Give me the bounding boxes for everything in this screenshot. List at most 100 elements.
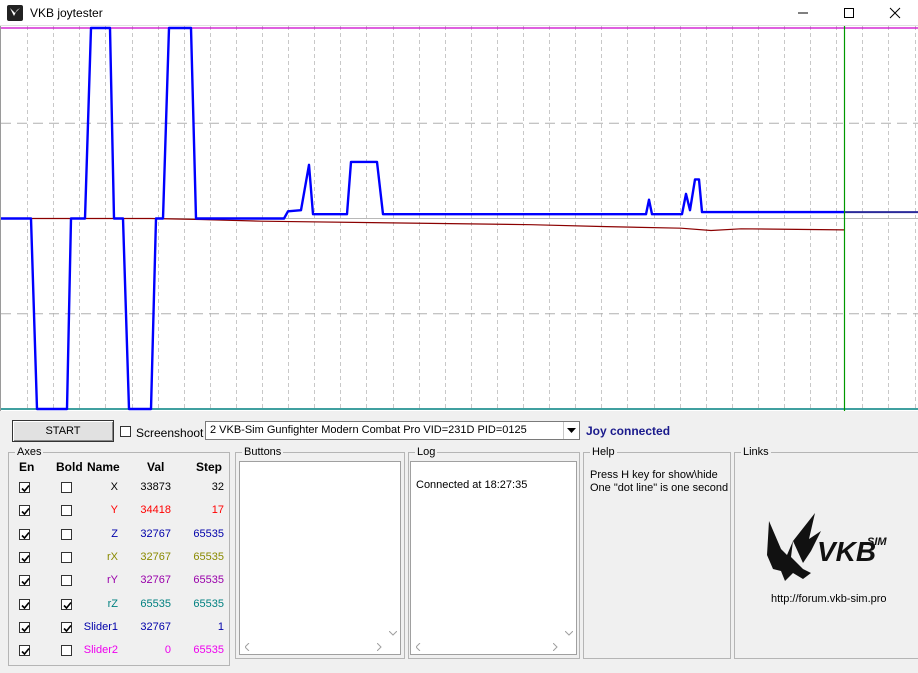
axis-value: 32767 [140, 528, 171, 540]
header-step: Step [196, 460, 223, 474]
axis-bold-checkbox[interactable] [61, 529, 72, 540]
header-en: En [19, 460, 35, 474]
links-group: Links VKB SIM http://forum.vkb-sim.pro [734, 446, 918, 659]
axis-step: 65535 [193, 551, 224, 563]
axis-bold-checkbox[interactable] [61, 599, 72, 610]
help-text: Press H key for show\hide One "dot line"… [590, 469, 728, 495]
maximize-button[interactable] [826, 0, 872, 26]
axis-row: Slider2 0 65535 [9, 641, 231, 661]
axis-step: 32 [211, 481, 224, 493]
axis-step: 17 [211, 504, 224, 516]
window-title: VKB joytester [30, 6, 103, 20]
device-select[interactable]: 2 VKB-Sim Gunfighter Modern Combat Pro V… [205, 421, 580, 440]
vkb-app-icon [7, 5, 23, 21]
axis-row: Y 34418 17 [9, 501, 231, 521]
log-entry: Connected at 18:27:35 [416, 479, 528, 491]
axis-enable-checkbox[interactable] [19, 529, 30, 540]
buttons-listbox[interactable] [239, 461, 401, 655]
axis-enable-checkbox[interactable] [19, 505, 30, 516]
screenshot-checkbox[interactable] [120, 426, 131, 437]
help-group: Help Press H key for show\hide One "dot … [583, 446, 731, 659]
axes-group-title: Axes [15, 446, 44, 458]
axis-row: Slider1 32767 1 [9, 618, 231, 638]
axis-step: 65535 [193, 528, 224, 540]
close-button[interactable] [872, 0, 918, 26]
axis-name: rZ [107, 598, 118, 610]
series-line-y [1, 217, 845, 232]
help-line: One "dot line" is one second [590, 482, 729, 494]
screenshot-label: Screenshoot [136, 426, 204, 440]
axis-step: 65535 [193, 574, 224, 586]
axis-name: X [110, 481, 118, 493]
vertical-scrollbar[interactable] [562, 462, 576, 640]
connection-status: Joy connected [586, 424, 671, 438]
start-button[interactable]: START [12, 420, 114, 442]
log-listbox[interactable]: Connected at 18:27:35 [410, 461, 577, 655]
header-val: Val [147, 460, 165, 474]
header-name: Name [87, 460, 120, 474]
axis-value: 34418 [140, 504, 171, 516]
axis-value: 65535 [140, 598, 171, 610]
axis-bold-checkbox[interactable] [61, 552, 72, 563]
dropdown-arrow[interactable] [563, 422, 579, 439]
axis-enable-checkbox[interactable] [19, 482, 30, 493]
axis-graph[interactable] [0, 26, 918, 411]
axis-enable-checkbox[interactable] [19, 575, 30, 586]
vkb-sim-logo: VKB SIM [767, 513, 887, 581]
scroll-down-icon[interactable] [386, 626, 400, 640]
axis-name: Y [110, 504, 118, 516]
close-icon [889, 7, 901, 19]
axis-row: Z 32767 65535 [9, 525, 231, 545]
minimize-button[interactable] [780, 0, 826, 26]
axis-enable-checkbox[interactable] [19, 599, 30, 610]
axis-value: 33873 [140, 481, 171, 493]
buttons-group-title: Buttons [242, 446, 284, 458]
scroll-left-icon[interactable] [240, 640, 254, 654]
axis-enable-checkbox[interactable] [19, 645, 30, 656]
minimize-icon [798, 12, 808, 14]
axis-name: rY [107, 574, 118, 586]
axis-enable-checkbox[interactable] [19, 552, 30, 563]
axis-row: rZ 65535 65535 [9, 595, 231, 615]
axis-bold-checkbox[interactable] [61, 482, 72, 493]
logo-subtext: SIM [867, 536, 887, 548]
device-select-value: 2 VKB-Sim Gunfighter Modern Combat Pro V… [210, 424, 527, 436]
help-line: Press H key for show\hide [590, 469, 718, 481]
axis-bold-checkbox[interactable] [61, 622, 72, 633]
header-bold: Bold [56, 460, 83, 474]
axis-name: Slider2 [83, 644, 118, 656]
axis-value: 32767 [140, 551, 171, 563]
horizontal-scrollbar[interactable] [240, 640, 386, 654]
buttons-group: Buttons [235, 446, 405, 659]
axis-enable-checkbox[interactable] [19, 622, 30, 633]
log-group-title: Log [415, 446, 438, 458]
axis-name: rX [107, 551, 118, 563]
axis-name: Z [111, 528, 118, 540]
axis-bold-checkbox[interactable] [61, 645, 72, 656]
help-group-title: Help [590, 446, 617, 458]
maximize-icon [844, 8, 854, 18]
axis-value: 32767 [140, 621, 171, 633]
graph-canvas [1, 26, 918, 411]
links-group-title: Links [741, 446, 771, 458]
axis-row: X 33873 32 [9, 478, 231, 498]
axes-group: Axes En Bold Name Val Step X 33873 32 Y 3441… [8, 446, 231, 666]
title-bar: VKB joytester [0, 0, 918, 26]
log-group: Log Connected at 18:27:35 [408, 446, 580, 659]
axis-value: 0 [164, 644, 171, 656]
series-group [1, 26, 918, 411]
chevron-down-icon [567, 427, 576, 433]
axis-row: rY 32767 65535 [9, 571, 231, 591]
axis-row: rX 32767 65535 [9, 548, 231, 568]
axis-step: 1 [217, 621, 224, 633]
scroll-right-icon[interactable] [548, 640, 562, 654]
scroll-right-icon[interactable] [372, 640, 386, 654]
vertical-scrollbar[interactable] [386, 462, 400, 640]
scroll-left-icon[interactable] [411, 640, 425, 654]
forum-link[interactable]: http://forum.vkb-sim.pro [771, 593, 887, 605]
horizontal-scrollbar[interactable] [411, 640, 562, 654]
axis-bold-checkbox[interactable] [61, 575, 72, 586]
axis-bold-checkbox[interactable] [61, 505, 72, 516]
scroll-down-icon[interactable] [562, 626, 576, 640]
axis-name: Slider1 [83, 621, 118, 633]
